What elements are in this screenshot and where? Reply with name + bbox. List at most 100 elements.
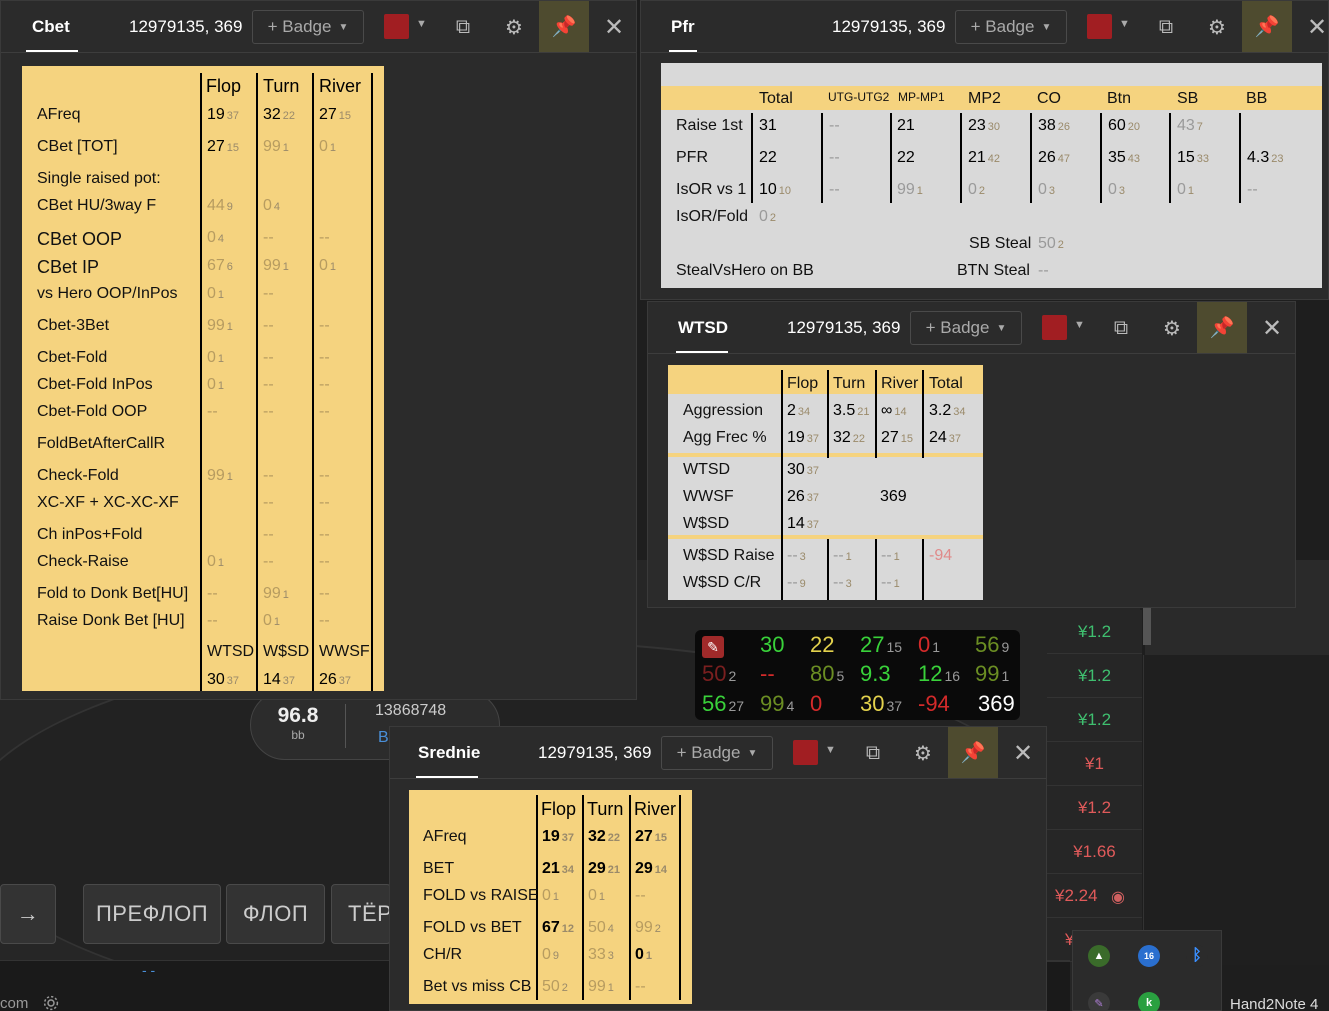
hud-stat[interactable]: 56 9 [975, 632, 1009, 658]
sample-size: 1 [845, 551, 852, 563]
chevron-down-icon: ▼ [747, 747, 758, 759]
close-icon[interactable]: ✕ [1260, 315, 1284, 342]
stat-value: 3.2 [929, 402, 952, 419]
hud-stat[interactable]: 12 16 [918, 661, 960, 687]
hud-stat[interactable]: 27 15 [860, 632, 902, 658]
stat-value: -- [263, 467, 274, 484]
list-item[interactable]: ¥1 [1047, 742, 1142, 786]
chevron-down-icon: ▼ [338, 21, 349, 33]
stat-cell: 27 15 [319, 106, 351, 124]
footer-cell: 26 37 [319, 671, 351, 689]
pin-button[interactable]: 📌 [948, 727, 998, 778]
hud-stat[interactable]: 30 [760, 632, 784, 658]
stat-value: 50 [1038, 235, 1056, 252]
hud-stat[interactable]: 30 37 [860, 691, 902, 717]
pin-button[interactable]: 📌 [1242, 1, 1292, 52]
hud-stat[interactable]: 99 1 [975, 661, 1009, 687]
hud-stat[interactable]: -94 [918, 691, 950, 717]
sample-size: 21 [857, 406, 870, 418]
color-picker[interactable] [384, 14, 409, 39]
chevron-down-icon[interactable]: ▼ [1119, 18, 1130, 30]
hud-stat[interactable]: 9.3 [860, 661, 891, 687]
stat-value: -- [319, 349, 330, 366]
copy-icon[interactable]: ⧉ [1154, 15, 1178, 39]
hud-stat[interactable]: 369 [978, 691, 1015, 717]
hud-stat[interactable]: 22 [810, 632, 834, 658]
eye-icon[interactable]: ◉ [1111, 887, 1125, 907]
hud-stat[interactable]: -- [760, 661, 775, 687]
bluetooth-icon[interactable]: ᛒ [1186, 945, 1208, 967]
chevron-down-icon[interactable]: ▼ [416, 18, 427, 30]
footer-header: WWSF [319, 643, 370, 660]
stat-value: 0 [635, 946, 644, 963]
stat-value: 99 [588, 978, 606, 995]
gear-icon[interactable]: ⚙ [1205, 15, 1229, 39]
copy-icon[interactable]: ⧉ [1109, 316, 1133, 340]
list-item[interactable]: ¥1.2 [1047, 786, 1142, 830]
list-item[interactable]: ¥1.66 [1047, 830, 1142, 874]
list-item[interactable]: ¥1.2 [1047, 654, 1142, 698]
copy-icon[interactable]: ⧉ [861, 741, 885, 765]
color-picker[interactable] [793, 740, 818, 765]
gear-icon[interactable] [42, 994, 60, 1011]
column-divider [922, 370, 924, 458]
stat-value: -- [635, 978, 646, 995]
chevron-down-icon[interactable]: ▼ [1074, 319, 1085, 331]
gear-icon[interactable]: ⚙ [911, 741, 935, 765]
stat-label: Agg Frec % [683, 429, 767, 446]
stat-value: 99 [263, 138, 281, 155]
pencil-icon[interactable]: ✎ [702, 636, 724, 658]
stat-value: -- [207, 403, 218, 420]
list-item[interactable]: ¥1.2 [1047, 610, 1142, 654]
stat-value: 21 [968, 149, 986, 166]
k-app-icon[interactable]: k [1138, 992, 1160, 1011]
stat-cell: ∞ 14 [881, 402, 907, 420]
stat-label: Bet vs miss CB [423, 978, 532, 995]
feather-icon[interactable]: ✎ [1088, 992, 1110, 1011]
stat-value: 12 [918, 661, 943, 686]
gear-icon[interactable]: ⚙ [502, 15, 526, 39]
add-badge-button[interactable]: + Badge ▼ [252, 10, 364, 44]
close-icon[interactable]: ✕ [1011, 740, 1035, 767]
stat-value: -- [787, 574, 798, 591]
list-item[interactable]: ¥1.2 [1047, 698, 1142, 742]
pin-button[interactable]: 📌 [1197, 302, 1247, 353]
srednie-popup: Srednie 12979135, 369 + Badge ▼ ▼ ⧉ ⚙ 📌 ✕… [389, 726, 1047, 1011]
hud-stat[interactable]: 56 27 [702, 691, 744, 717]
add-badge-button[interactable]: + Badge ▼ [910, 311, 1022, 345]
hud-stat[interactable]: 80 5 [810, 661, 844, 687]
turn-button[interactable]: ТЁР [331, 884, 391, 944]
flop-button[interactable]: ФЛОП [226, 884, 325, 944]
hud-stat[interactable]: 99 4 [760, 691, 794, 717]
gear-icon[interactable]: ⚙ [1160, 316, 1184, 340]
copy-icon[interactable]: ⧉ [451, 15, 475, 39]
sample-size: 1 [329, 261, 337, 273]
pin-button[interactable]: 📌 [539, 1, 589, 52]
preflop-button[interactable]: ПРЕФЛОП [83, 884, 221, 944]
add-badge-button[interactable]: + Badge ▼ [661, 736, 773, 770]
notification-count: 16 [1143, 951, 1154, 961]
column-header: Turn [833, 375, 866, 392]
stat-label: AFreq [423, 828, 467, 845]
stat-label: Raise Donk Bet [HU] [37, 612, 185, 629]
nvidia-icon[interactable]: ▲ [1088, 945, 1110, 967]
notification-icon[interactable]: 16 [1138, 945, 1160, 967]
right-panel [1143, 655, 1329, 965]
arrow-button[interactable]: → [0, 884, 56, 944]
color-picker[interactable] [1087, 14, 1112, 39]
chevron-down-icon[interactable]: ▼ [825, 744, 836, 756]
hud-stat[interactable]: 01 [918, 632, 940, 658]
stat-cell: 99 1 [263, 138, 289, 156]
color-picker[interactable] [1042, 315, 1067, 340]
close-icon[interactable]: ✕ [602, 14, 626, 41]
close-icon[interactable]: ✕ [1305, 14, 1329, 41]
hud-stat[interactable]: 50 2 [702, 661, 736, 687]
stat-cell: 50 4 [588, 919, 614, 937]
stat-value: 56 [702, 691, 727, 716]
pfr-popup: Pfr 12979135, 369 + Badge ▼ ▼ ⧉ ⚙ 📌 ✕ Tot… [640, 0, 1329, 300]
hud-stat[interactable]: 0 [810, 691, 822, 717]
stat-value: 35 [1108, 149, 1126, 166]
add-badge-button[interactable]: + Badge ▼ [955, 10, 1067, 44]
column-header: MP2 [968, 90, 1001, 107]
list-item[interactable]: ¥2.24 [1047, 874, 1142, 918]
